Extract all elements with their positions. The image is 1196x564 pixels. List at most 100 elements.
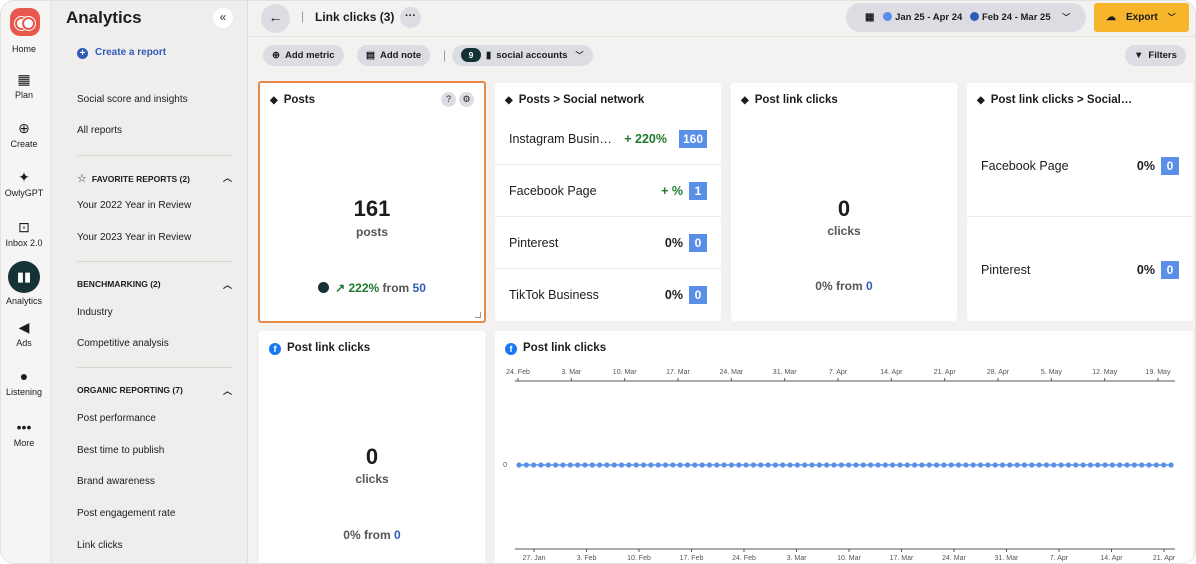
y-axis-tick-label: 0 — [503, 462, 507, 469]
accounts-count-badge: 9 — [461, 48, 481, 62]
export-button[interactable]: ☁ Export ﹀ — [1094, 3, 1189, 32]
data-point — [648, 462, 654, 468]
data-point — [706, 462, 713, 468]
plus-icon: + — [77, 48, 88, 59]
data-point — [750, 462, 757, 468]
rail-item-create[interactable]: ⊕ Create — [1, 120, 47, 149]
data-point — [1168, 462, 1174, 468]
delta-from-label: from — [363, 528, 391, 542]
sidebar-link-2022-review[interactable]: Your 2022 Year in Review — [77, 200, 191, 211]
data-point — [684, 462, 691, 468]
create-report-link[interactable]: + Create a report — [77, 47, 166, 59]
card-title: f Post link clicks — [269, 342, 370, 355]
data-point — [926, 462, 932, 468]
data-point — [1117, 462, 1123, 468]
rail-item-more[interactable]: ••• More — [1, 419, 47, 448]
delta-from-label: from — [382, 281, 410, 295]
rail-item-label: Inbox 2.0 — [5, 238, 43, 248]
data-point — [765, 462, 771, 468]
bottom-axis-tick-label: 24. Mar — [942, 555, 966, 562]
rail-item-label: Ads — [16, 338, 32, 348]
section-label: FAVORITE REPORTS (2) — [91, 174, 190, 184]
add-note-button[interactable]: ▤ Add note — [357, 45, 431, 66]
fb-post-link-clicks-card[interactable]: f Post link clicks 0 clicks 0% from 0 — [259, 331, 485, 563]
inbox-icon: ⊡ — [18, 219, 30, 235]
organic-reporting-header[interactable]: ORGANIC REPORTING (7) ︿ — [77, 385, 232, 396]
network-value: 1 — [689, 182, 707, 200]
rail-item-inbox[interactable]: ⊡ Inbox 2.0 — [1, 219, 47, 248]
data-point — [1051, 462, 1057, 468]
resize-handle[interactable] — [475, 312, 481, 318]
collapse-sidebar-button[interactable]: « — [213, 8, 233, 28]
bottom-axis-tick-label: 10. Mar — [837, 555, 861, 562]
chevron-up-icon: ︿ — [222, 280, 232, 290]
card-title-text: Posts > Social network — [518, 94, 645, 106]
button-label: social accounts — [496, 50, 568, 61]
owl-logo-icon[interactable] — [10, 8, 40, 36]
add-metric-button[interactable]: ⊕ Add metric — [263, 45, 344, 66]
more-options-button[interactable]: ··· — [400, 7, 421, 28]
gear-icon[interactable]: ⚙ — [459, 92, 474, 107]
line-chart: 24. Feb 3. Mar 10. Mar 17. Mar 24. Mar 31. Ma… — [503, 369, 1176, 562]
filters-button[interactable]: ▼ Filters — [1125, 45, 1186, 66]
data-point — [567, 462, 573, 468]
data-point — [1073, 462, 1079, 468]
rail-item-ads[interactable]: ◀ Ads — [1, 319, 47, 348]
sidebar-link-competitive[interactable]: Competitive analysis — [77, 338, 169, 349]
posts-by-network-card[interactable]: ◆ Posts > Social network Instagram Busin…… — [495, 83, 721, 321]
sidebar-link-link-clicks[interactable]: Link clicks — [77, 540, 123, 551]
data-point — [1080, 462, 1086, 468]
data-point — [736, 462, 742, 468]
rail-item-home[interactable]: Home — [1, 44, 47, 54]
data-point — [824, 462, 830, 468]
link-clicks-by-network-card[interactable]: ◆ Post link clicks > Social… Facebook Pag… — [967, 83, 1193, 321]
network-name: Facebook Page — [981, 159, 1069, 173]
section-label: BENCHMARKING (2) — [77, 279, 161, 289]
date-range-selector[interactable]: ▦ Jan 25 - Apr 24 Feb 24 - Mar 25 ﹀ — [846, 3, 1086, 32]
bottom-axis-tick-label: 21. Apr — [1153, 555, 1176, 562]
fb-link-clicks-chart-card[interactable]: f Post link clicks 24. Feb 3. Mar 10. Mar 17… — [495, 331, 1193, 563]
back-button[interactable]: ← — [261, 4, 290, 33]
calendar-icon: ▦ — [865, 12, 875, 23]
rail-item-label: Home — [11, 44, 36, 54]
posts-card[interactable]: ◆ Posts ? ⚙ 161 posts ↗ 222% from 50 — [258, 81, 486, 323]
social-accounts-selector[interactable]: 9 ▮ social accounts ﹀ — [452, 45, 593, 66]
sidebar-link-brand-awareness[interactable]: Brand awareness — [77, 476, 155, 487]
top-axis-tick-label: 12. May — [1092, 369, 1117, 376]
post-link-clicks-card[interactable]: ◆ Post link clicks 0 clicks 0% from 0 — [731, 83, 957, 321]
sidebar-link-all-reports[interactable]: All reports — [77, 125, 122, 136]
data-point — [596, 462, 603, 468]
benchmarking-header[interactable]: BENCHMARKING (2) ︿ — [77, 279, 232, 290]
rail-item-analytics[interactable]: ▮▮ Analytics — [1, 261, 47, 306]
top-axis-tick-label: 10. Mar — [613, 369, 637, 376]
bar-chart-icon: ▮▮ — [8, 261, 40, 293]
report-toolbar: ⊕ Add metric ▤ Add note | 9 ▮ social account… — [248, 39, 1195, 71]
favorite-reports-header[interactable]: ☆ FAVORITE REPORTS (2) ︿ — [77, 172, 232, 185]
network-name: Facebook Page — [509, 184, 597, 198]
rail-item-listening[interactable]: ● Listening — [1, 368, 47, 397]
network-change: + % — [661, 184, 683, 198]
delta-percent: 0% — [815, 279, 833, 293]
data-point — [692, 462, 698, 468]
rail-item-owlygpt[interactable]: ✦ OwlyGPT — [1, 169, 47, 198]
data-point — [911, 462, 918, 468]
sidebar-link-engagement-rate[interactable]: Post engagement rate — [77, 508, 175, 519]
delta-from-value: 0 — [866, 279, 873, 293]
metric-unit: posts — [355, 225, 388, 239]
sidebar-link-2023-review[interactable]: Your 2023 Year in Review — [77, 232, 191, 243]
chevron-down-icon: ﹀ — [1167, 13, 1176, 22]
data-point — [933, 462, 940, 468]
help-icon[interactable]: ? — [441, 92, 456, 107]
data-point — [1146, 462, 1152, 468]
rail-item-plan[interactable]: ▦ Plan — [1, 71, 47, 100]
list-item: Pinterest 0% 0 — [967, 217, 1193, 321]
bottom-axis-tick-label: 17. Feb — [680, 555, 704, 562]
sidebar-link-post-performance[interactable]: Post performance — [77, 413, 156, 424]
data-point — [955, 462, 962, 468]
sidebar-link-best-time[interactable]: Best time to publish — [77, 445, 164, 456]
sidebar-link-social-score[interactable]: Social score and insights — [77, 94, 188, 105]
sidebar-link-industry[interactable]: Industry — [77, 307, 113, 318]
metric-delta: 0% from 0 — [731, 279, 957, 293]
data-point — [802, 462, 808, 468]
metric-value: 0 — [837, 196, 851, 221]
